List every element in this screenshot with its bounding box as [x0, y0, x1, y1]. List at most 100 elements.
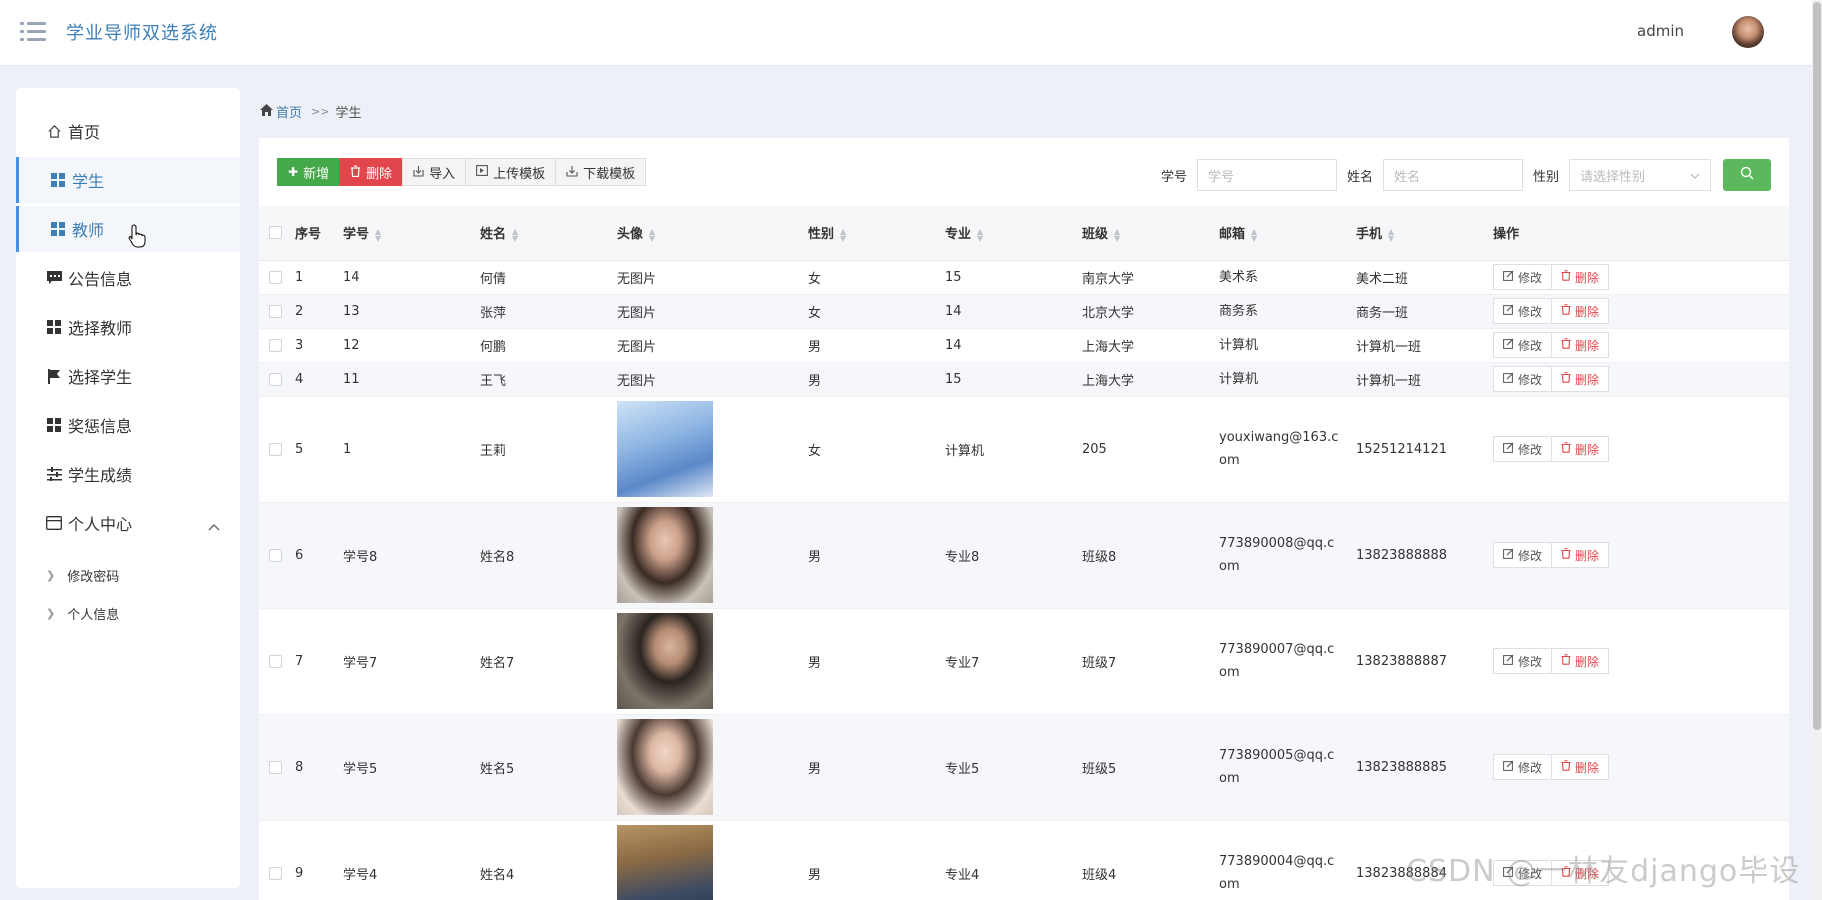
row-email: 商务系: [1219, 303, 1259, 319]
sort-icon[interactable]: ▲ ▼: [977, 227, 983, 242]
sidebar-item-personal-center[interactable]: 个人中心: [16, 500, 240, 546]
edit-button[interactable]: 修改: [1493, 542, 1553, 568]
column-header-major[interactable]: 专业 ▲ ▼: [945, 206, 1082, 261]
search-button[interactable]: [1723, 159, 1771, 191]
row-checkbox[interactable]: [269, 270, 282, 284]
row-checkbox[interactable]: [269, 548, 282, 562]
download-template-button[interactable]: 下载模板: [555, 158, 647, 186]
edit-button[interactable]: 修改: [1493, 366, 1553, 392]
column-header-name[interactable]: 姓名 ▲ ▼: [480, 206, 617, 261]
row-ops: 修改 删除: [1493, 362, 1789, 397]
table-row[interactable]: 4 11 王飞 无图片 男 15 上海大学 计算机 计算机一班 修改 删除: [259, 362, 1789, 397]
sort-icon[interactable]: ▲ ▼: [1388, 227, 1394, 242]
no-image-text: 无图片: [617, 339, 657, 355]
student-photo[interactable]: [617, 401, 713, 497]
delete-row-button[interactable]: 删除: [1551, 754, 1610, 780]
table-row[interactable]: 7 学号7 姓名7 男专业7 班级7 773890007@qq.com 1382388888…: [259, 608, 1789, 715]
row-checkbox[interactable]: [269, 442, 282, 456]
delete-row-button[interactable]: 删除: [1551, 366, 1610, 392]
sort-icon[interactable]: ▲ ▼: [1251, 227, 1257, 242]
gender-select[interactable]: 请选择性别: [1569, 159, 1711, 191]
page-scrollbar[interactable]: [1812, 0, 1822, 900]
table-row[interactable]: 8 学号5 姓名5 男专业5 班级5 773890005@qq.com 1382388888…: [259, 714, 1789, 821]
delete-row-button[interactable]: 删除: [1551, 648, 1610, 674]
column-header-student-id[interactable]: 学号 ▲ ▼: [343, 206, 480, 261]
delete-row-button[interactable]: 删除: [1551, 264, 1610, 290]
sidebar-subitem-personal-info[interactable]: ❯ 个人信息: [46, 604, 119, 623]
sidebar-item-student[interactable]: 学生: [16, 157, 240, 203]
row-checkbox[interactable]: [269, 654, 282, 668]
edit-icon: [1503, 442, 1514, 456]
delete-row-button[interactable]: 删除: [1551, 298, 1610, 324]
delete-row-button[interactable]: 删除: [1551, 542, 1610, 568]
delete-button[interactable]: 删除: [339, 158, 404, 186]
edit-button[interactable]: 修改: [1493, 754, 1553, 780]
delete-row-button[interactable]: 删除: [1551, 332, 1610, 358]
delete-row-button[interactable]: 删除: [1551, 436, 1610, 462]
column-header-label: 邮箱: [1219, 227, 1246, 243]
row-checkbox[interactable]: [269, 372, 282, 386]
row-no: 9: [295, 820, 343, 900]
row-gender: 男: [808, 820, 945, 900]
table-row[interactable]: 3 12 何鹏 无图片 男 14 上海大学 计算机 计算机一班 修改 删除: [259, 328, 1789, 363]
edit-button[interactable]: 修改: [1493, 332, 1553, 358]
edit-button[interactable]: 修改: [1493, 264, 1553, 290]
scrollbar-thumb[interactable]: [1813, 2, 1821, 730]
table-row[interactable]: 5 1 王莉女计算机 205 youxiwang@163.com 15251214121 修…: [259, 396, 1789, 503]
mouse-cursor-icon: [128, 224, 146, 248]
student-photo[interactable]: [617, 507, 713, 603]
search-icon: [1740, 166, 1754, 184]
column-header-email[interactable]: 邮箱 ▲ ▼: [1219, 206, 1356, 261]
sidebar-item-reward[interactable]: 奖惩信息: [16, 402, 240, 448]
add-button[interactable]: ✚ 新增: [277, 158, 341, 186]
select-all-cell: [259, 206, 295, 261]
table-row[interactable]: 1 14 何倩 无图片 女 15 南京大学 美术系 美术二班 修改 删除: [259, 260, 1789, 295]
student-id-input[interactable]: 学号: [1196, 159, 1337, 191]
sort-icon[interactable]: ▲ ▼: [1114, 227, 1120, 242]
row-major: 14: [945, 328, 1082, 363]
row-checkbox[interactable]: [269, 338, 282, 352]
row-checkbox[interactable]: [269, 866, 282, 880]
home-icon: [260, 103, 273, 120]
sort-icon[interactable]: ▲ ▼: [649, 227, 655, 242]
watermark: CSDN @一林友django毕设: [1406, 854, 1801, 889]
menu-toggle-icon[interactable]: [20, 21, 46, 43]
edit-button[interactable]: 修改: [1493, 298, 1553, 324]
table-row[interactable]: 2 13 张萍 无图片 女 14 北京大学 商务系 商务一班 修改 删除: [259, 294, 1789, 329]
row-name: 何倩: [480, 260, 617, 295]
student-photo[interactable]: [617, 613, 713, 709]
column-header-gender[interactable]: 性别 ▲ ▼: [808, 206, 945, 261]
row-student-id: 11: [343, 362, 480, 397]
row-checkbox[interactable]: [269, 304, 282, 318]
sidebar-subitem-change-password[interactable]: ❯ 修改密码: [46, 566, 119, 585]
edit-button[interactable]: 修改: [1493, 648, 1553, 674]
name-input[interactable]: 姓名: [1382, 159, 1523, 191]
edit-button-label: 修改: [1518, 338, 1543, 353]
avatar-cell: 无图片: [617, 294, 808, 329]
user-name[interactable]: admin: [1637, 22, 1684, 40]
sidebar-item-choose-student[interactable]: 选择学生: [16, 353, 240, 399]
breadcrumb-home[interactable]: 首页: [276, 102, 302, 121]
sidebar-item-scores[interactable]: 学生成绩: [16, 451, 240, 497]
select-all-checkbox[interactable]: [269, 226, 282, 240]
sidebar-item-choose-teacher[interactable]: 选择教师: [16, 304, 240, 350]
student-photo[interactable]: [617, 719, 713, 815]
delete-row-label: 删除: [1575, 442, 1600, 457]
upload-template-button[interactable]: 上传模板: [465, 158, 557, 186]
import-button[interactable]: 导入: [402, 158, 467, 186]
avatar-cell: [617, 714, 808, 821]
column-header-avatar[interactable]: 头像 ▲ ▼: [617, 206, 808, 261]
sidebar-item-home[interactable]: 首页: [16, 108, 240, 154]
sort-icon[interactable]: ▲ ▼: [375, 227, 381, 242]
column-header-class[interactable]: 班级 ▲ ▼: [1082, 206, 1219, 261]
column-header-phone[interactable]: 手机 ▲ ▼: [1356, 206, 1493, 261]
student-photo[interactable]: [617, 825, 713, 900]
sort-icon[interactable]: ▲ ▼: [512, 227, 518, 242]
sort-icon[interactable]: ▲ ▼: [840, 227, 846, 242]
row-checkbox[interactable]: [269, 760, 282, 774]
sidebar-item-notice[interactable]: 公告信息: [16, 255, 240, 301]
table-row[interactable]: 6 学号8 姓名8 男专业8 班级8 773890008@qq.com 1382388888…: [259, 502, 1789, 609]
edit-button[interactable]: 修改: [1493, 436, 1553, 462]
avatar[interactable]: [1732, 16, 1764, 48]
chevron-up-icon[interactable]: [208, 516, 220, 535]
